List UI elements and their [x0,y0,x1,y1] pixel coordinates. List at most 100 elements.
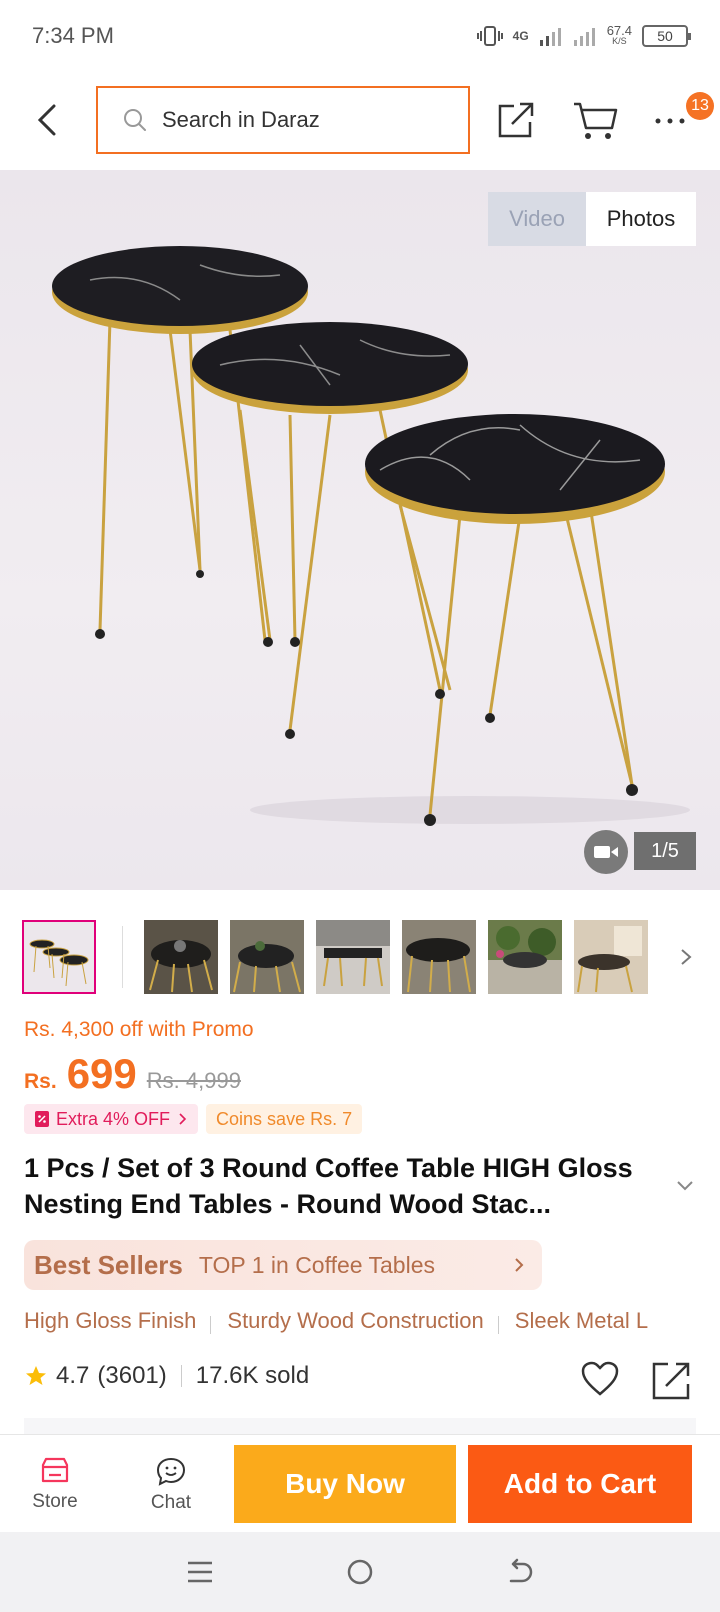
product-title: 1 Pcs / Set of 3 Round Coffee Table HIGH… [24,1153,633,1219]
product-image-gallery[interactable]: Video Photos 1/5 [0,170,720,890]
chevron-down-icon [677,1181,693,1191]
thumbnail[interactable] [488,920,562,994]
buy-now-button[interactable]: Buy Now [234,1445,456,1523]
status-icons: 4G 67.4 K/S 50 [476,23,691,47]
best-sellers-rank: TOP 1 in Coffee Tables [198,1251,435,1278]
sold-count: 17.6K sold [195,1362,310,1389]
signal-2-icon [573,28,595,46]
status-bar: 7:34 PM 4G 67.4 K/S 50 [0,0,720,72]
chat-button[interactable]: Chat [126,1445,216,1525]
store-icon [41,1457,69,1483]
offer-chips: Extra 4% OFF Coins save Rs. 7 [24,1104,363,1134]
thumbnail-image [230,920,304,994]
product-image [52,246,690,826]
section-divider [24,1418,696,1434]
search-placeholder: Search in Daraz [162,107,320,132]
battery-level: 50 [657,28,673,44]
top-nav: Search in Daraz 13 [0,72,720,168]
feature-tag: Sturdy Wood Construction [227,1308,484,1333]
rating-row[interactable]: 4.7 (3601) 17.6K sold [24,1362,309,1390]
price-original: Rs. 4,999 [146,1068,241,1093]
chevron-left-icon [37,104,56,136]
add-to-cart-button[interactable]: Add to Cart [468,1445,692,1523]
cart-count-badge: 13 [686,92,714,120]
coins-chip[interactable]: Coins save Rs. 7 [206,1104,363,1134]
media-tabs: Video Photos [488,192,696,246]
cart-button[interactable] [572,100,618,142]
price-current: 699 [66,1050,137,1097]
feature-divider [497,1316,499,1334]
chat-icon [156,1457,186,1486]
title-expand-button[interactable] [674,1178,696,1194]
thumbnail-strip [0,918,720,998]
status-time: 7:34 PM [32,23,114,48]
thumbnail-image [144,920,218,994]
video-camera-icon [594,846,618,858]
wishlist-button[interactable] [580,1360,620,1398]
chevron-right-icon [179,1113,187,1125]
voucher-icon [35,1111,49,1127]
more-dots-icon [655,118,685,124]
thumbnail[interactable] [316,920,390,994]
thumbnail[interactable] [574,920,648,994]
vibrate-icon [476,26,503,46]
chevron-right-icon [681,949,692,965]
net-speed-value: 67.4 [606,23,632,38]
menu-nav-button[interactable] [178,1550,222,1594]
chevron-right-icon [515,1258,524,1272]
thumbnail-divider [122,926,123,988]
bottom-action-bar: Store Chat Buy Now Add to Cart [0,1434,720,1532]
rating-score: 4.7 [56,1362,90,1389]
price-row: Rs. 699 Rs. 4,999 [24,1050,241,1098]
battery-icon: 50 [642,25,691,47]
share-button[interactable] [496,100,538,140]
store-button[interactable]: Store [10,1445,100,1525]
image-counter: 1/5 [634,832,696,870]
share-icon [498,102,534,138]
network-label: 4G [512,29,529,43]
feature-divider [210,1316,212,1334]
thumbnail[interactable] [144,920,218,994]
net-speed: 67.4 K/S [606,23,632,47]
menu-icon [188,1561,212,1583]
rating-count: (3601) [97,1362,167,1389]
rating-divider [180,1365,182,1387]
thumbnail-next-button[interactable] [676,942,696,972]
coins-label: Coins save Rs. 7 [216,1108,353,1129]
promo-discount-text: Rs. 4,300 off with Promo [24,1018,254,1041]
home-circle-icon [347,1559,373,1585]
thumbnail-image [316,920,390,994]
star-icon [26,1366,46,1385]
price-currency: Rs. [24,1070,57,1093]
back-nav-button[interactable] [498,1550,542,1594]
home-nav-button[interactable] [338,1550,382,1594]
cart-icon [574,102,618,139]
search-icon [124,109,146,131]
system-nav-bar [0,1532,720,1612]
thumbnail-image [24,922,94,992]
tab-video[interactable]: Video [488,192,586,246]
share-product-button[interactable] [652,1360,692,1400]
feature-tags: High Gloss Finish Sturdy Wood Constructi… [24,1308,720,1342]
thumbnail[interactable] [402,920,476,994]
thumbnail-image [402,920,476,994]
search-input[interactable]: Search in Daraz [96,86,470,154]
thumbnail-image [488,920,562,994]
thumbnail[interactable] [230,920,304,994]
back-button[interactable] [30,100,66,140]
signal-icon [539,28,561,46]
feature-tag: Sleek Metal L [514,1308,649,1333]
best-sellers-badge: Best Sellers [34,1249,183,1280]
tab-photos[interactable]: Photos [586,192,696,246]
back-arrow-icon [509,1558,533,1583]
heart-icon [581,1361,619,1396]
extra-discount-label: Extra 4% OFF [56,1108,171,1129]
store-label: Store [32,1491,78,1512]
video-play-button[interactable] [584,830,628,874]
thumbnail-image [574,920,648,994]
best-sellers-banner[interactable]: Best Sellers TOP 1 in Coffee Tables [24,1240,542,1290]
thumbnail[interactable] [22,920,96,994]
extra-discount-chip[interactable]: Extra 4% OFF [24,1104,199,1134]
share-icon [652,1362,690,1400]
chat-label: Chat [150,1492,192,1513]
